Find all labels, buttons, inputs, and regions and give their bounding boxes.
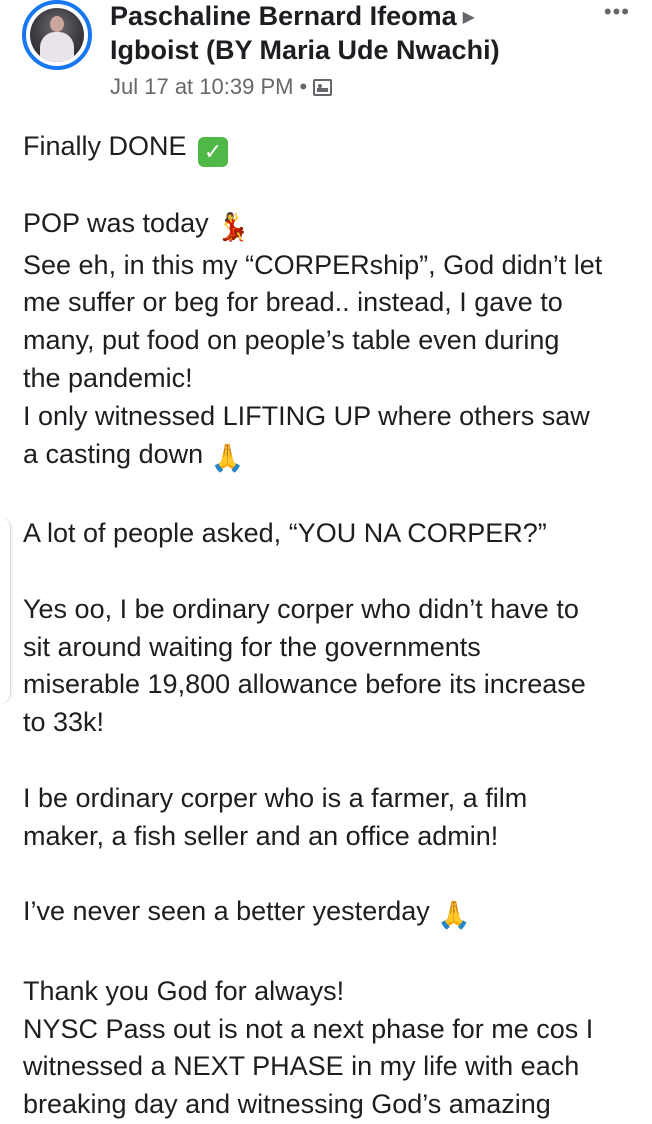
- post-paragraph: POP was today 💃: [23, 205, 638, 247]
- side-panel-edge: [0, 518, 11, 703]
- dancer-icon: 💃: [216, 211, 250, 242]
- praying-hands-icon: 🙏: [210, 442, 245, 473]
- post-paragraph: a casting down 🙏: [23, 436, 638, 478]
- avatar-photo: [30, 8, 84, 62]
- author-avatar[interactable]: [22, 0, 92, 70]
- post-paragraph: I be ordinary corper who is a farmer, a …: [23, 782, 528, 851]
- audience-image-icon[interactable]: [313, 79, 333, 96]
- author-info: Paschaline Bernard Ifeoma ▶ Igboist (BY M…: [110, 0, 580, 100]
- post-meta: Jul 17 at 10:39 PM •: [110, 74, 580, 100]
- post-paragraph: I’ve never seen a better yesterday 🙏: [23, 893, 638, 935]
- post-paragraph: Yes oo, I be ordinary corper who didn’t …: [23, 593, 586, 738]
- post-line-finally-done: Finally DONE: [23, 131, 187, 161]
- praying-hands-icon: 🙏: [437, 900, 471, 931]
- post-paragraph: Thank you God for always! NYSC Pass out …: [23, 975, 594, 1120]
- author-name-line: Paschaline Bernard Ifeoma ▶: [110, 0, 580, 34]
- post-body: Finally DONE ✓ POP was today 💃 See eh, i…: [23, 128, 638, 1124]
- meta-separator: •: [299, 74, 308, 99]
- group-name-link[interactable]: Igboist (BY Maria Ude Nwachi): [110, 34, 580, 67]
- post-header: Paschaline Bernard Ifeoma ▶ Igboist (BY M…: [0, 0, 652, 110]
- post-timestamp[interactable]: Jul 17 at 10:39 PM: [110, 74, 293, 99]
- post-paragraph: Finally DONE ✓: [23, 128, 638, 167]
- check-mark-icon: ✓: [198, 137, 229, 167]
- shared-to-arrow-icon: ▶: [462, 9, 475, 26]
- post-paragraph: See eh, in this my “CORPERship”, God did…: [23, 249, 603, 431]
- more-options-icon[interactable]: •••: [604, 1, 630, 23]
- post-paragraph: A lot of people asked, “YOU NA CORPER?”: [23, 518, 547, 549]
- author-name-link[interactable]: Paschaline Bernard Ifeoma: [110, 1, 457, 31]
